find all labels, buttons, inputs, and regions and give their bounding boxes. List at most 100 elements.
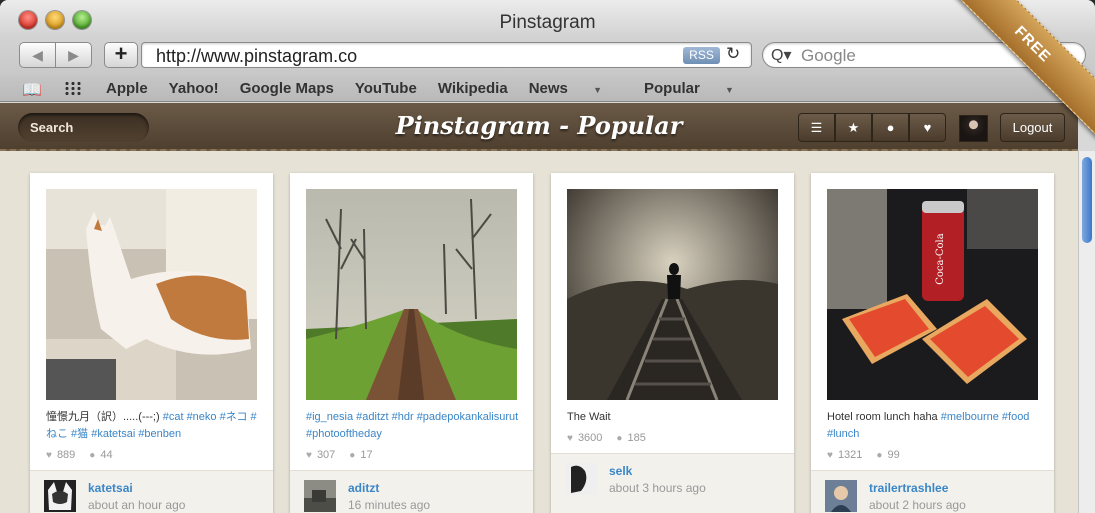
window-title: Pinstagram xyxy=(499,12,596,33)
post-time: about an hour ago xyxy=(88,498,186,512)
photo-card: 憧憬九月（訳）.....(-‐-;) #cat #neko #ネコ #ねこ #猫… xyxy=(30,173,273,513)
username[interactable]: selk xyxy=(609,464,632,478)
scrollbar-thumb[interactable] xyxy=(1082,157,1092,243)
comment-icon: ● xyxy=(616,432,623,444)
reload-icon[interactable]: ↻ xyxy=(726,44,740,64)
photo-feed: 憧憬九月（訳）.....(-‐-;) #cat #neko #ネコ #ねこ #猫… xyxy=(0,151,1078,513)
photo-caption: Hotel room lunch haha #melbourne #food #… xyxy=(827,409,1041,443)
photo-lunch[interactable]: Coca-Cola xyxy=(827,189,1038,400)
comment-icon: ● xyxy=(89,449,96,461)
address-bar[interactable]: http://www.pinstagram.co RSS ↻ xyxy=(141,42,752,68)
user-info: katetsai about an hour ago xyxy=(30,470,273,513)
heart-icon[interactable]: ♥ xyxy=(909,113,946,142)
bookmark-news-menu[interactable]: News ▼ xyxy=(529,80,623,97)
photo-forest-path[interactable] xyxy=(306,189,517,400)
search-placeholder[interactable]: Google xyxy=(801,46,856,66)
comments-value: 17 xyxy=(360,449,373,461)
search-icon[interactable]: Q▾ xyxy=(771,45,791,65)
svg-text:Coca-Cola: Coca-Cola xyxy=(935,233,946,284)
photo-railway[interactable] xyxy=(567,189,778,400)
bookmark-google-maps[interactable]: Google Maps xyxy=(240,80,334,97)
forward-button[interactable]: ▶ xyxy=(55,43,91,67)
username[interactable]: trailertrashlee xyxy=(869,481,948,495)
title-bar: Pinstagram xyxy=(0,0,1095,36)
comments-count: ● 99 xyxy=(876,449,899,461)
app-header: Search Pinstagram - Popular ☰ ★ ● ♥ Logo… xyxy=(0,103,1078,151)
caption-text: Hotel room lunch haha xyxy=(827,411,938,423)
page-scrollbar[interactable] xyxy=(1078,151,1095,513)
bookmark-youtube[interactable]: YouTube xyxy=(355,80,417,97)
heart-icon: ♥ xyxy=(827,449,833,461)
reading-list-icon[interactable]: 📖 xyxy=(22,80,42,100)
likes-count: ♥ 1321 xyxy=(827,449,862,461)
likes-count: ♥ 889 xyxy=(46,449,75,461)
rss-button[interactable]: RSS xyxy=(683,47,720,64)
photo-stats: ♥ 889 ● 44 xyxy=(46,449,113,461)
list-view-icon[interactable]: ☰ xyxy=(798,113,835,142)
url-text[interactable]: http://www.pinstagram.co xyxy=(156,46,357,67)
bookmark-popular-label: Popular xyxy=(643,80,700,97)
post-time: about 3 hours ago xyxy=(609,481,706,495)
comment-icon: ● xyxy=(349,449,356,461)
photo-caption: 憧憬九月（訳）.....(-‐-;) #cat #neko #ネコ #ねこ #猫… xyxy=(46,409,260,443)
comments-count: ● 17 xyxy=(349,449,372,461)
heart-icon: ♥ xyxy=(306,449,312,461)
current-user-avatar[interactable] xyxy=(959,115,988,142)
comments-value: 44 xyxy=(100,449,113,461)
logout-button[interactable]: Logout xyxy=(1000,113,1065,142)
likes-count: ♥ 307 xyxy=(306,449,335,461)
browser-toolbar: ◀ ▶ + http://www.pinstagram.co RSS ↻ Q▾ … xyxy=(0,36,1095,76)
likes-value: 307 xyxy=(316,449,336,461)
avatar[interactable] xyxy=(304,480,336,512)
caption-tags[interactable]: #ig_nesia #aditzt #hdr #padepokankalisur… xyxy=(306,411,518,440)
heart-icon: ♥ xyxy=(567,432,573,444)
top-sites-icon[interactable] xyxy=(64,81,82,95)
post-time: about 2 hours ago xyxy=(869,498,966,512)
photo-card: #ig_nesia #aditzt #hdr #padepokankalisur… xyxy=(290,173,533,513)
user-info: selk about 3 hours ago xyxy=(551,453,794,513)
likes-value: 889 xyxy=(56,449,76,461)
photo-stats: ♥ 3600 ● 185 xyxy=(567,432,646,444)
username[interactable]: aditzt xyxy=(348,481,379,495)
browser-window: Pinstagram ◀ ▶ + http://www.pinstagram.c… xyxy=(0,0,1095,513)
caption-text: The Wait xyxy=(567,411,611,423)
user-icon[interactable]: ● xyxy=(872,113,909,142)
bookmark-news-label: News xyxy=(528,80,568,97)
view-toggle-group: ☰ ★ ● ♥ xyxy=(798,113,946,142)
photo-stats: ♥ 307 ● 17 xyxy=(306,449,373,461)
back-button[interactable]: ◀ xyxy=(20,43,55,67)
comments-value: 185 xyxy=(627,432,646,444)
photo-card: The Wait ♥ 3600 ● 185 selk about 3 hours a… xyxy=(551,173,794,513)
bookmark-wikipedia[interactable]: Wikipedia xyxy=(438,80,508,97)
heart-icon: ♥ xyxy=(46,449,52,461)
nav-buttons: ◀ ▶ xyxy=(19,42,92,68)
post-time: 16 minutes ago xyxy=(348,498,431,512)
star-icon[interactable]: ★ xyxy=(835,113,872,142)
comments-count: ● 44 xyxy=(89,449,112,461)
comments-value: 99 xyxy=(887,449,900,461)
user-info: aditzt 16 minutes ago xyxy=(290,470,533,513)
comment-icon: ● xyxy=(876,449,883,461)
caption-text: 憧憬九月（訳）.....(-‐-;) xyxy=(46,411,160,423)
username[interactable]: katetsai xyxy=(88,481,133,495)
chevron-down-icon: ▼ xyxy=(593,85,602,95)
chevron-down-icon: ▼ xyxy=(725,85,734,95)
photo-caption: The Wait xyxy=(567,409,781,426)
likes-value: 3600 xyxy=(577,432,603,444)
avatar[interactable] xyxy=(825,480,857,512)
photo-caption: #ig_nesia #aditzt #hdr #padepokankalisur… xyxy=(306,409,520,443)
bookmark-apple[interactable]: Apple xyxy=(106,80,148,97)
add-bookmark-button[interactable]: + xyxy=(104,42,138,68)
comments-count: ● 185 xyxy=(616,432,645,444)
likes-value: 1321 xyxy=(837,449,863,461)
avatar[interactable] xyxy=(565,463,597,495)
user-info: trailertrashlee about 2 hours ago xyxy=(811,470,1054,513)
photo-stats: ♥ 1321 ● 99 xyxy=(827,449,900,461)
bookmarks-bar: 📖 Apple Yahoo! Google Maps YouTube Wikip… xyxy=(0,76,1095,102)
avatar[interactable] xyxy=(44,480,76,512)
bookmark-popular-menu[interactable]: Popular ▼ xyxy=(644,80,755,97)
bookmark-yahoo[interactable]: Yahoo! xyxy=(169,80,219,97)
likes-count: ♥ 3600 xyxy=(567,432,602,444)
photo-card: Coca-Cola Hotel room lunch haha #melbour… xyxy=(811,173,1054,513)
photo-cat[interactable] xyxy=(46,189,257,400)
